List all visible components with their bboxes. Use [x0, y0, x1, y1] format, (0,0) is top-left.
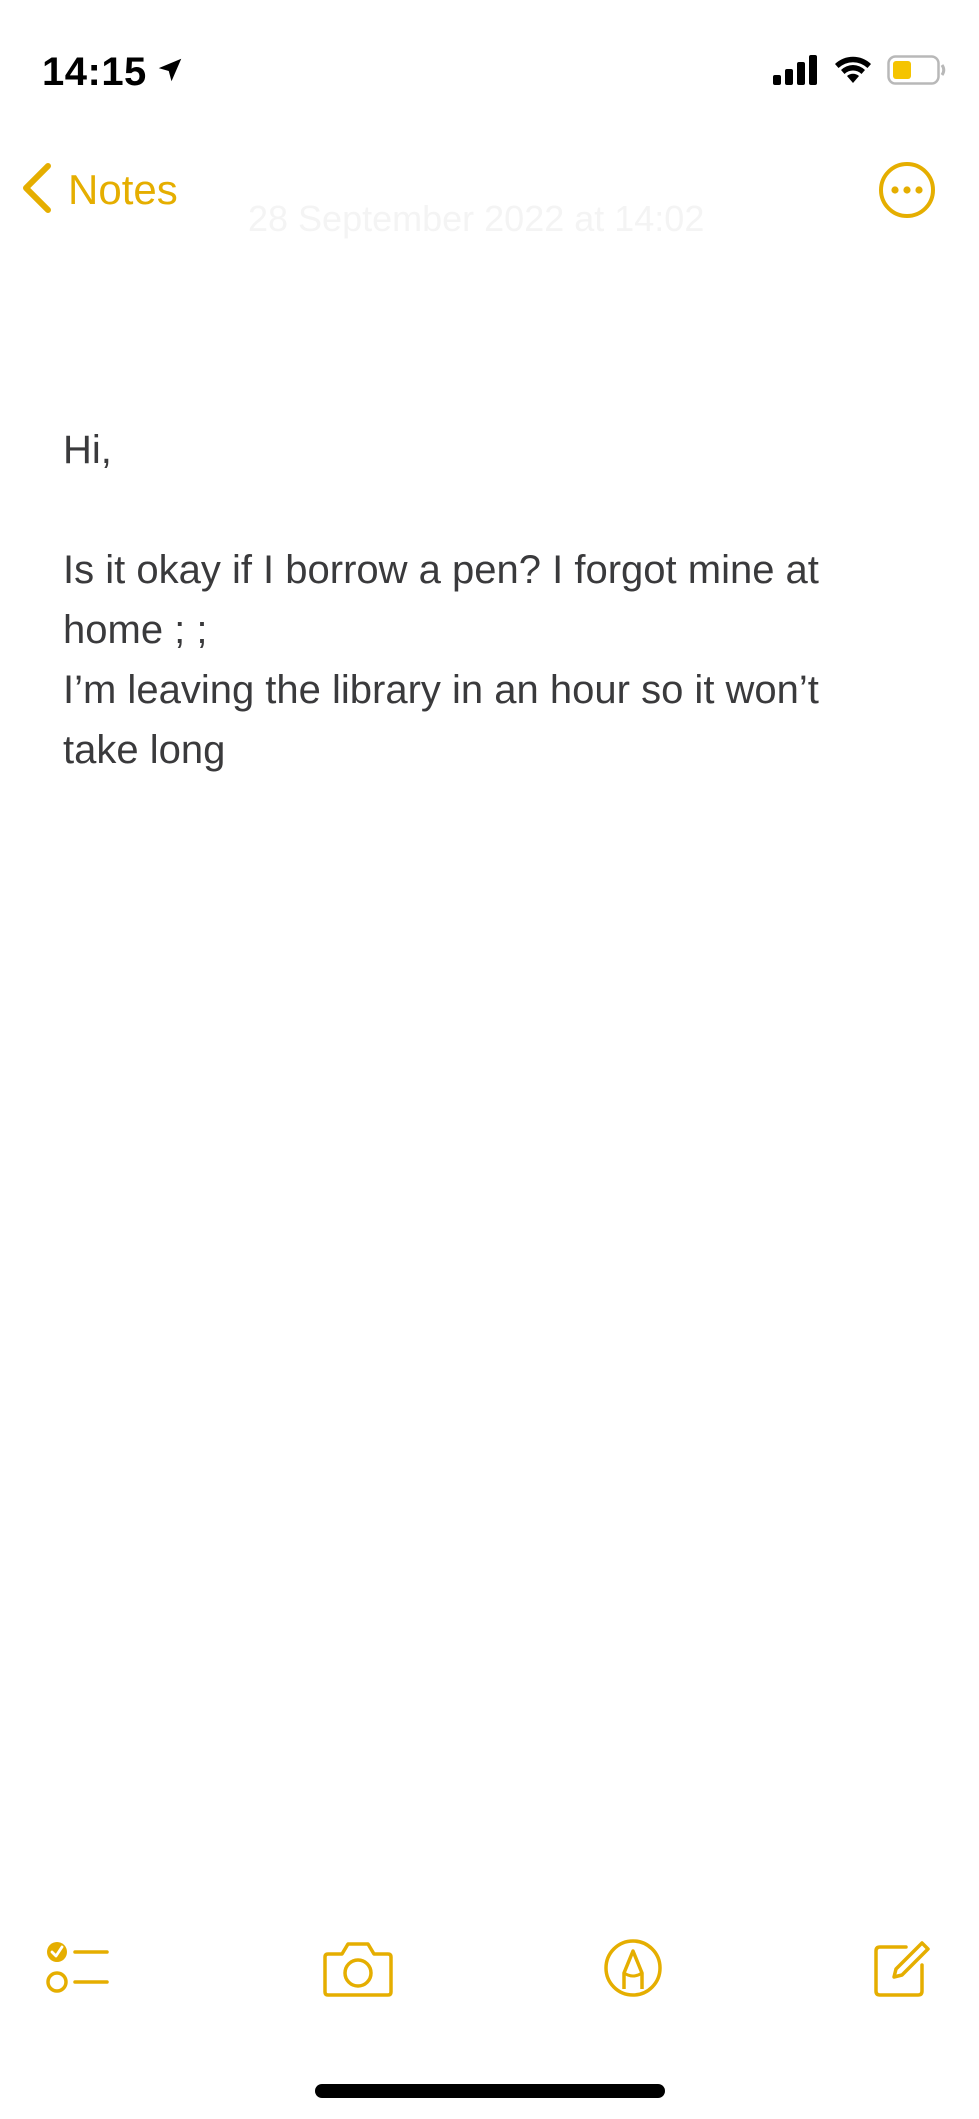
- note-line: Is it okay if I borrow a pen? I forgot m…: [63, 548, 819, 592]
- back-button[interactable]: Notes: [20, 158, 178, 222]
- compose-button[interactable]: [862, 1930, 942, 2010]
- cellular-signal-icon: [773, 54, 819, 90]
- status-time: 14:15: [42, 49, 147, 94]
- compose-icon: [870, 1937, 934, 2004]
- markup-pen-icon: [602, 1937, 664, 2004]
- more-options-button[interactable]: [877, 160, 937, 220]
- note-line: take long: [63, 728, 226, 772]
- status-icons: [773, 48, 947, 96]
- status-time-group: 14:15: [42, 44, 185, 100]
- status-bar: 14:15: [0, 0, 979, 140]
- wifi-icon: [833, 55, 873, 90]
- note-line-blank: [63, 480, 923, 540]
- ellipsis-circle-icon: [877, 162, 937, 224]
- note-line: Hi,: [63, 428, 112, 472]
- location-arrow-icon: [155, 55, 185, 90]
- note-line: I’m leaving the library in an hour so it…: [63, 668, 819, 712]
- camera-icon: [322, 1938, 394, 2003]
- back-label: Notes: [68, 166, 178, 213]
- note-line: home ; ;: [63, 608, 208, 652]
- checklist-icon: [45, 1938, 115, 2003]
- bottom-toolbar: [0, 1930, 979, 2020]
- note-body[interactable]: Hi, Is it okay if I borrow a pen? I forg…: [63, 420, 923, 780]
- note-date: 28 September 2022 at 14:02: [248, 198, 705, 239]
- battery-icon: [887, 54, 947, 90]
- markup-button[interactable]: [593, 1930, 673, 2010]
- navigation-bar: Notes 28 September 2022 at 14:02: [0, 140, 979, 260]
- chevron-left-icon: [20, 162, 54, 219]
- camera-button[interactable]: [318, 1930, 398, 2010]
- home-indicator[interactable]: [315, 2084, 665, 2098]
- checklist-button[interactable]: [40, 1930, 120, 2010]
